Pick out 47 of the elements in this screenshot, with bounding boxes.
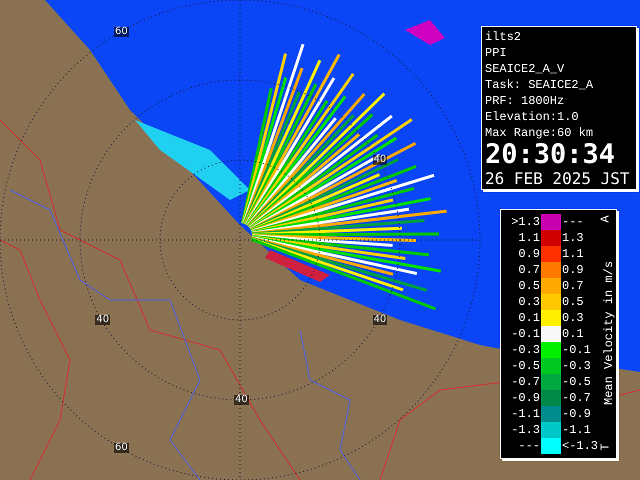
- range-label: 40: [95, 315, 110, 325]
- legend-value: -0.7: [561, 391, 592, 405]
- legend-value: 0.3: [517, 295, 541, 309]
- legend-value: -0.9: [561, 407, 592, 421]
- time-text: 20:30:34: [485, 141, 616, 169]
- info-text: Elevation:1.0: [485, 109, 580, 125]
- info-text: Max Range:60 km: [485, 125, 594, 141]
- top-mark: A: [598, 215, 613, 223]
- info-text: ilts2: [485, 29, 522, 45]
- legend-value: -0.5: [561, 375, 592, 389]
- legend-value: 0.7: [561, 279, 585, 293]
- legend-value: -1.1: [510, 407, 541, 421]
- legend-value: -0.3: [561, 359, 592, 373]
- range-label: 60: [114, 27, 129, 38]
- legend-value: 0.5: [517, 279, 541, 293]
- legend-value: 1.1: [561, 247, 585, 261]
- info-text: PRF: 1800Hz: [485, 93, 566, 109]
- legend-value: 0.5: [561, 295, 585, 309]
- legend-value: -0.9: [510, 391, 541, 405]
- legend-value: -0.5: [510, 359, 541, 373]
- range-label: 60: [114, 442, 129, 453]
- legend-value: -0.3: [510, 343, 541, 357]
- legend-value: 0.1: [561, 327, 585, 341]
- legend-value: >1.3: [510, 215, 541, 229]
- range-label: 40: [234, 395, 249, 405]
- legend-value: <-1.3: [561, 439, 600, 453]
- legend-value: ---: [561, 215, 585, 229]
- info-text: SEAICE2_A_V: [485, 61, 566, 77]
- legend-value: ---: [517, 439, 541, 453]
- legend-value: 0.9: [517, 247, 541, 261]
- date-text: 26 FEB 2025 JST: [485, 169, 630, 189]
- legend-value: 1.3: [561, 231, 585, 245]
- legend-value: -0.1: [510, 327, 541, 341]
- range-label: 40: [372, 155, 388, 165]
- legend-value: 0.1: [517, 311, 541, 325]
- info-text: Task: SEAICE2_A: [485, 77, 594, 93]
- legend-value: 0.7: [517, 263, 541, 277]
- legend-value: -1.1: [561, 423, 592, 437]
- bottom-mark: T: [598, 443, 613, 451]
- legend-value: -0.1: [561, 343, 592, 357]
- info-text: PPI: [485, 45, 508, 61]
- legend-value: -0.7: [510, 375, 541, 389]
- legend-value: 1.1: [517, 231, 541, 245]
- range-label: 40: [372, 315, 388, 325]
- legend-value: -1.3: [510, 423, 541, 437]
- legend-value: 0.3: [561, 311, 585, 325]
- legend-value: 0.9: [561, 263, 585, 277]
